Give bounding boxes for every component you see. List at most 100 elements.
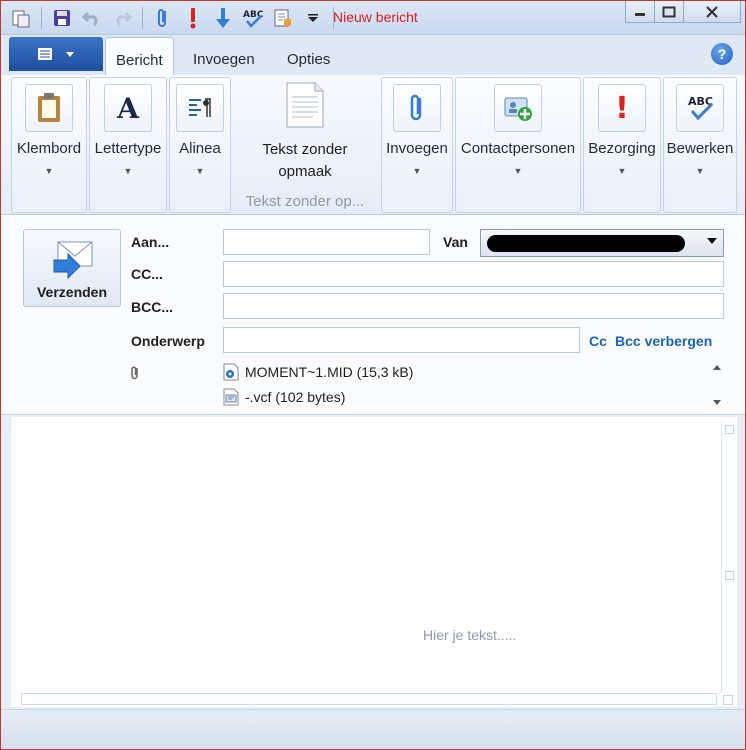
attachment-scrollbar[interactable] bbox=[709, 359, 725, 411]
chevron-down-icon: ▼ bbox=[123, 166, 133, 176]
paragraph-icon bbox=[176, 84, 224, 132]
minimize-button[interactable] bbox=[625, 1, 655, 23]
cc-link[interactable]: Cc bbox=[589, 333, 607, 349]
ribbon-group-bewerken[interactable]: ABC Bewerken ▼ bbox=[663, 77, 737, 213]
from-label: Van bbox=[443, 234, 468, 250]
spelling-icon[interactable]: ABC bbox=[239, 5, 267, 31]
cc-field[interactable] bbox=[223, 261, 724, 287]
subject-field[interactable] bbox=[223, 327, 580, 353]
redacted-sender bbox=[487, 235, 685, 252]
ribbon-label: Lettertype bbox=[94, 140, 162, 157]
status-bar bbox=[1, 709, 745, 749]
attachment-name: -.vcf (102 bytes) bbox=[245, 389, 346, 405]
ribbon-group-bezorging[interactable]: ! Bezorging ▼ bbox=[583, 77, 661, 213]
minimize-icon bbox=[635, 12, 645, 16]
ribbon-group-contactpersonen[interactable]: Contactpersonen ▼ bbox=[455, 77, 581, 213]
resize-corner bbox=[723, 695, 733, 705]
horizontal-scrollbar[interactable] bbox=[21, 693, 717, 705]
maximize-button[interactable] bbox=[654, 1, 684, 23]
ribbon-label: Bewerken bbox=[666, 140, 734, 157]
chevron-down-icon: ▼ bbox=[195, 166, 205, 176]
ribbon-group-lettertype[interactable]: A Lettertype ▼ bbox=[89, 77, 167, 213]
ribbon-label: Alinea bbox=[179, 140, 221, 157]
ribbon-label: Contactpersonen bbox=[460, 140, 576, 157]
page-setup-icon[interactable] bbox=[269, 5, 297, 31]
ribbon-group-label: Tekst zonder op... bbox=[245, 193, 365, 210]
chevron-down-icon: ▼ bbox=[617, 166, 627, 176]
compose-window: ABC Nieuw bericht Bericht Invoegen Optie… bbox=[0, 0, 746, 750]
close-button[interactable] bbox=[683, 1, 741, 23]
toolbar-separator bbox=[41, 7, 42, 29]
chevron-down-icon bbox=[707, 238, 717, 244]
application-menu-button[interactable] bbox=[9, 37, 103, 71]
send-icon bbox=[52, 240, 96, 283]
message-body[interactable]: Hier je tekst..... bbox=[11, 417, 737, 707]
paperclip-icon bbox=[393, 84, 441, 132]
scroll-up-icon[interactable] bbox=[725, 425, 734, 434]
ribbon-label: Invoegen bbox=[386, 140, 448, 157]
priority-glyph: ! bbox=[615, 90, 629, 126]
midi-file-icon bbox=[223, 363, 239, 381]
priority-icon: ! bbox=[598, 84, 646, 132]
send-button[interactable]: Verzenden bbox=[23, 229, 121, 307]
spelling-glyph: ABC bbox=[243, 10, 264, 20]
message-header: Verzenden Aan... Van CC... BCC... Onderw… bbox=[1, 215, 745, 415]
list-item[interactable]: MOMENT~1.MID (15,3 kB) bbox=[223, 361, 413, 383]
plain-text-icon bbox=[285, 81, 325, 132]
scroll-up-icon[interactable] bbox=[713, 365, 721, 370]
subject-label: Onderwerp bbox=[131, 333, 205, 349]
attachment-icon bbox=[129, 365, 141, 384]
paste-special-icon[interactable] bbox=[7, 5, 35, 31]
from-select[interactable] bbox=[480, 229, 724, 257]
attach-icon[interactable] bbox=[149, 5, 177, 31]
ribbon-group-alinea[interactable]: Alinea ▼ bbox=[169, 77, 231, 213]
scroll-thumb[interactable] bbox=[725, 571, 734, 580]
plain-text-button[interactable]: Tekst zonder opmaak bbox=[253, 77, 357, 187]
body-placeholder: Hier je tekst..... bbox=[423, 627, 517, 643]
chevron-down-icon: ▼ bbox=[412, 166, 422, 176]
bcc-hide-link[interactable]: Bcc verbergen bbox=[615, 333, 712, 349]
to-label[interactable]: Aan... bbox=[131, 234, 169, 250]
chevron-down-icon bbox=[66, 52, 74, 57]
ribbon-label: Tekst zonder opmaak bbox=[262, 141, 348, 180]
tab-bericht[interactable]: Bericht bbox=[105, 37, 174, 75]
list-item[interactable]: -.vcf (102 bytes) bbox=[223, 386, 345, 408]
title-bar: ABC Nieuw bericht bbox=[1, 1, 745, 35]
attachment-name: MOMENT~1.MID (15,3 kB) bbox=[245, 364, 414, 380]
tab-invoegen[interactable]: Invoegen bbox=[183, 37, 265, 75]
vcard-file-icon bbox=[223, 388, 239, 406]
spellcheck-icon: ABC bbox=[676, 84, 724, 132]
chevron-down-icon: ▼ bbox=[513, 166, 523, 176]
vertical-scrollbar[interactable] bbox=[721, 421, 737, 693]
ribbon-group-invoegen[interactable]: Invoegen ▼ bbox=[381, 77, 453, 213]
priority-low-icon[interactable] bbox=[209, 5, 237, 31]
save-icon[interactable] bbox=[48, 5, 76, 31]
cc-label[interactable]: CC... bbox=[131, 266, 163, 282]
ribbon-group-klembord[interactable]: Klembord ▼ bbox=[11, 77, 87, 213]
ribbon-tabs: Bericht Invoegen Opties ? bbox=[1, 35, 745, 75]
contacts-icon bbox=[494, 84, 542, 132]
to-field[interactable] bbox=[223, 229, 430, 255]
bcc-label[interactable]: BCC... bbox=[131, 299, 173, 315]
window-title: Nieuw bericht bbox=[333, 9, 418, 25]
priority-high-icon[interactable] bbox=[179, 5, 207, 31]
undo-icon[interactable] bbox=[78, 5, 106, 31]
clipboard-icon bbox=[25, 84, 73, 132]
bcc-field[interactable] bbox=[223, 293, 724, 319]
help-icon[interactable]: ? bbox=[711, 43, 733, 65]
close-icon bbox=[706, 5, 718, 18]
customize-dropdown-icon[interactable] bbox=[299, 5, 327, 31]
maximize-icon bbox=[662, 6, 676, 17]
app-menu-icon bbox=[38, 48, 52, 60]
window-controls bbox=[625, 1, 741, 23]
redo-icon[interactable] bbox=[108, 5, 136, 31]
ribbon-label: Klembord bbox=[16, 140, 82, 157]
attachment-list: MOMENT~1.MID (15,3 kB) -.vcf (102 bytes) bbox=[223, 359, 725, 411]
ribbon: Klembord ▼ A Lettertype ▼ Alinea ▼ Tekst… bbox=[1, 75, 745, 215]
send-label: Verzenden bbox=[36, 284, 108, 300]
font-glyph: A bbox=[117, 91, 139, 125]
tab-opties[interactable]: Opties bbox=[277, 37, 340, 75]
quick-access-toolbar: ABC bbox=[7, 5, 338, 31]
scroll-down-icon[interactable] bbox=[713, 400, 721, 405]
chevron-down-icon: ▼ bbox=[695, 166, 705, 176]
